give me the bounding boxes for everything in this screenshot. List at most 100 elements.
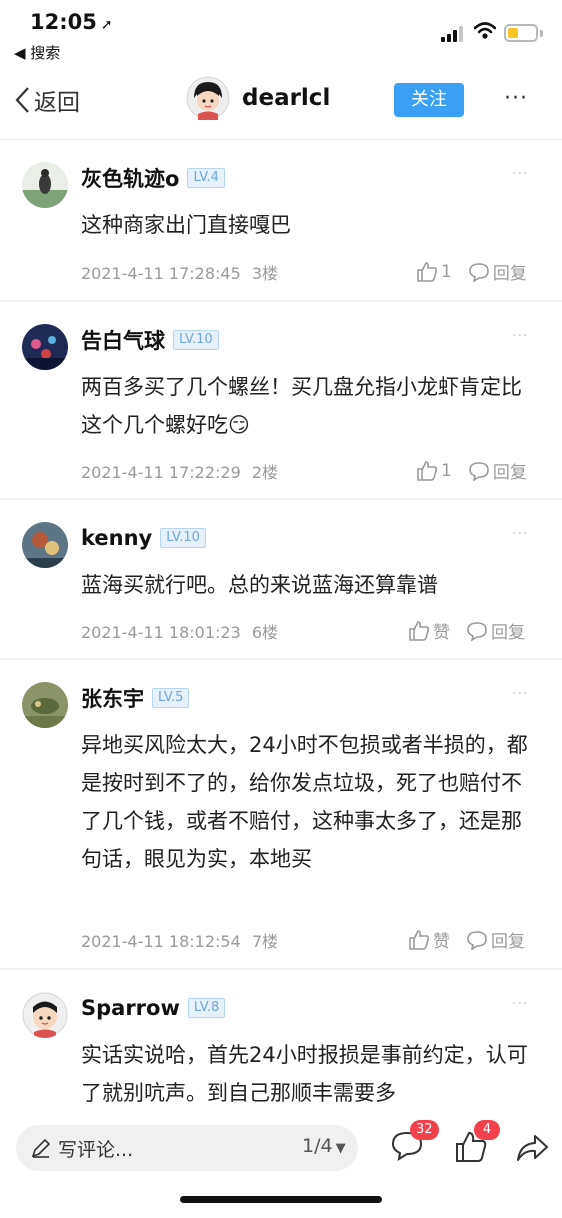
battery-icon	[504, 24, 538, 42]
status-bar: 12:05 ➚ ◀ 搜索	[0, 0, 562, 62]
follow-button[interactable]: 关注	[394, 83, 464, 117]
comment-meta: 2021-4-11 17:22:29 2楼	[81, 459, 278, 483]
comment-more-icon[interactable]: ···	[512, 526, 528, 542]
avatar[interactable]	[22, 992, 68, 1038]
reply-button[interactable]: 回复	[466, 927, 525, 952]
speech-bubble-icon	[467, 930, 487, 950]
nav-bar: 返回 dearlcl 关注 ···	[0, 62, 562, 140]
comment-text: 两百多买了几个螺丝！买几盘允指小龙虾肯定比这个几个螺好吃😏	[81, 375, 522, 437]
like-button[interactable]: 1	[416, 261, 452, 283]
comment-item: Sparrow LV.8 ··· 实话实说哈，首先24小时报损是事前约定，认可了…	[0, 970, 562, 1130]
thumb-up-icon	[417, 261, 438, 282]
back-label: 返回	[34, 90, 80, 116]
speech-bubble-icon	[469, 262, 489, 282]
comment-actions: 1 回复	[416, 458, 527, 483]
comment-date: 2021-4-11 18:01:23	[81, 623, 241, 642]
comment-actions: 赞 回复	[408, 927, 525, 952]
comment-header: 告白气球 LV.10	[81, 324, 219, 356]
more-options-icon[interactable]: ···	[504, 86, 528, 111]
back-button[interactable]: 返回	[14, 80, 80, 120]
page-indicator[interactable]: 1/4 ▼	[302, 1135, 346, 1157]
avatar[interactable]	[22, 162, 68, 208]
comment-actions: 赞 回复	[408, 618, 525, 643]
thumb-up-icon	[417, 460, 438, 481]
author-info[interactable]: dearlcl	[186, 76, 330, 120]
like-count-badge: 4	[474, 1120, 500, 1140]
comment-meta: 2021-4-11 18:01:23 6楼	[81, 619, 278, 643]
battery-tip	[540, 30, 543, 37]
comment-item: 张东宇 LV.5 ··· 异地买风险太大，24小时不包损或者半损的，都是按时到不…	[0, 660, 562, 970]
avatar-image	[22, 992, 68, 1038]
comment-header: 灰色轨迹o LV.4	[81, 162, 225, 194]
comment-input-placeholder: 写评论...	[58, 1138, 134, 1161]
like-button[interactable]: 1	[416, 460, 452, 482]
share-button[interactable]	[515, 1133, 549, 1167]
comment-date: 2021-4-11 17:28:45	[81, 264, 241, 283]
comment-text: 异地买风险太大，24小时不包损或者半损的，都是按时到不了的，给你发点垃圾，死了也…	[81, 733, 528, 871]
like-count: 1	[441, 460, 452, 481]
comment-floor: 2楼	[251, 463, 279, 482]
wifi-icon	[474, 22, 496, 39]
comment-header: 张东宇 LV.5	[81, 682, 190, 714]
location-arrow-icon: ➚	[100, 17, 113, 33]
caret-down-icon: ▼	[335, 1141, 346, 1156]
author-username: dearlcl	[242, 85, 331, 111]
reply-button[interactable]: 回复	[468, 458, 527, 483]
comment-header: kenny LV.10	[81, 522, 206, 554]
level-badge: LV.4	[187, 168, 225, 188]
comment-floor: 3楼	[251, 264, 279, 283]
comment-item: 灰色轨迹o LV.4 ··· 这种商家出门直接嘎巴 2021-4-11 17:2…	[0, 140, 562, 302]
reply-button[interactable]: 回复	[466, 618, 525, 643]
comment-username[interactable]: 告白气球	[81, 325, 165, 355]
back-to-search-link[interactable]: ◀ 搜索	[14, 42, 60, 63]
level-badge: LV.10	[160, 528, 206, 548]
avatar-image	[22, 682, 68, 728]
speech-bubble-icon	[467, 621, 487, 641]
avatar[interactable]	[22, 324, 68, 370]
comment-username[interactable]: Sparrow	[81, 996, 180, 1020]
comment-floor: 7楼	[251, 932, 279, 951]
comment-item: 告白气球 LV.10 ··· 两百多买了几个螺丝！买几盘允指小龙虾肯定比这个几个…	[0, 302, 562, 500]
comment-more-icon[interactable]: ···	[512, 996, 528, 1012]
reply-label: 回复	[492, 463, 527, 483]
reply-label: 回复	[491, 623, 525, 643]
comment-meta: 2021-4-11 18:12:54 7楼	[81, 928, 278, 952]
comment-more-icon[interactable]: ···	[512, 328, 528, 344]
thumb-up-icon	[409, 929, 430, 950]
like-label: 赞	[433, 623, 450, 643]
page-indicator-text: 1/4	[302, 1135, 333, 1157]
comment-more-icon[interactable]: ···	[512, 686, 528, 702]
comment-count-badge: 32	[410, 1120, 439, 1140]
comment-more-icon[interactable]: ···	[512, 166, 528, 182]
level-badge: LV.10	[173, 330, 219, 350]
comment-actions: 1 回复	[416, 259, 527, 284]
level-badge: LV.8	[187, 998, 226, 1018]
like-label: 赞	[433, 932, 450, 952]
pencil-icon	[31, 1138, 51, 1158]
like-button[interactable]: 赞	[408, 618, 450, 643]
avatar[interactable]	[22, 682, 68, 728]
comment-date: 2021-4-11 17:22:29	[81, 463, 241, 482]
author-avatar	[186, 76, 230, 120]
cellular-signal-icon	[441, 26, 463, 42]
reply-label: 回复	[492, 264, 527, 284]
reply-label: 回复	[491, 932, 525, 952]
comment-username[interactable]: kenny	[81, 526, 152, 550]
comment-header: Sparrow LV.8	[81, 992, 226, 1024]
speech-bubble-icon	[469, 461, 489, 481]
comments-button[interactable]: 32	[390, 1120, 439, 1166]
home-indicator	[180, 1196, 382, 1203]
comment-username[interactable]: 张东宇	[81, 683, 144, 713]
like-button[interactable]: 赞	[408, 927, 450, 952]
comment-text: 蓝海买就行吧。总的来说蓝海还算靠谱	[81, 573, 438, 597]
like-post-button[interactable]: 4	[454, 1120, 500, 1168]
avatar-image	[22, 522, 68, 568]
avatar-image	[22, 324, 68, 370]
comment-item: kenny LV.10 ··· 蓝海买就行吧。总的来说蓝海还算靠谱 2021-4…	[0, 500, 562, 660]
comment-meta: 2021-4-11 17:28:45 3楼	[81, 260, 278, 284]
reply-button[interactable]: 回复	[468, 259, 527, 284]
avatar[interactable]	[22, 522, 68, 568]
comment-date: 2021-4-11 18:12:54	[81, 932, 241, 951]
comment-text: 实话实说哈，首先24小时报损是事前约定，认可了就别吭声。到自己那顺丰需要多	[81, 1043, 528, 1105]
comment-username[interactable]: 灰色轨迹o	[81, 163, 179, 193]
